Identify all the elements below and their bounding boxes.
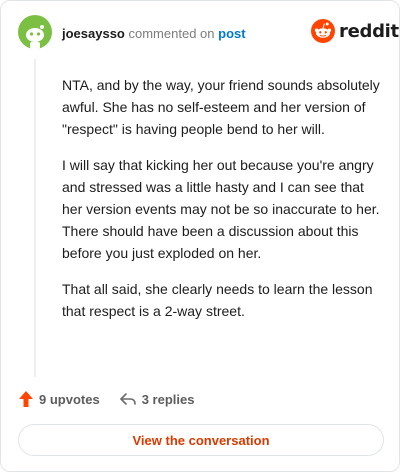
- replies-button[interactable]: 3 replies: [119, 391, 195, 407]
- commented-on-text: commented on: [128, 26, 215, 41]
- replies-count: 3 replies: [141, 391, 195, 407]
- comment-body: NTA, and by the way, your friend sounds …: [62, 74, 386, 336]
- thread-line[interactable]: [34, 59, 36, 377]
- view-conversation-button[interactable]: View the conversation: [18, 424, 384, 456]
- reddit-logo[interactable]: reddit: [311, 19, 399, 43]
- comment-paragraph: NTA, and by the way, your friend sounds …: [62, 77, 380, 137]
- comment-header: joesaysso commented on post: [62, 26, 246, 42]
- comment-paragraph: I will say that kicking her out because …: [62, 157, 380, 261]
- reply-icon: [119, 393, 136, 405]
- upvotes-count: 9 upvotes: [39, 391, 100, 407]
- user-avatar[interactable]: [18, 15, 52, 49]
- upvote-button[interactable]: 9 upvotes: [18, 390, 100, 408]
- comment-actions: 9 upvotes 3 replies: [18, 390, 194, 408]
- post-link[interactable]: post: [218, 26, 245, 41]
- snoo-avatar-icon: [18, 15, 52, 49]
- reddit-wordmark: reddit: [339, 20, 399, 42]
- username[interactable]: joesaysso: [62, 26, 125, 41]
- comment-embed-card: joesaysso commented on post reddit NTA, …: [0, 0, 400, 472]
- comment-paragraph: That all said, she clearly needs to lear…: [62, 281, 373, 319]
- reddit-snoo-icon: [311, 19, 335, 43]
- upvote-arrow-icon: [19, 391, 33, 407]
